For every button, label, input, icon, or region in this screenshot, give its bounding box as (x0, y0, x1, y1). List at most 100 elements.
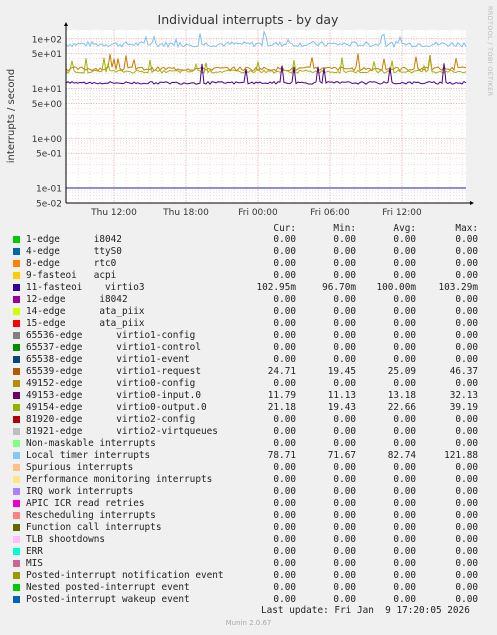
legend-value-min: 0.00 (333, 426, 356, 437)
legend-value-min: 0.00 (333, 258, 356, 269)
legend-label: APIC ICR read retries (26, 498, 145, 509)
legend-value-cur: 0.00 (273, 330, 296, 341)
legend-label: Posted-interrupt wakeup event (26, 594, 190, 605)
legend-label: MIS (26, 558, 43, 569)
legend-swatch (13, 476, 20, 483)
legend-swatch (13, 320, 20, 327)
legend-swatch (13, 440, 20, 447)
legend-value-cur: 78.71 (267, 450, 296, 461)
legend-value-min: 0.00 (333, 498, 356, 509)
legend-swatch (13, 584, 20, 591)
legend-swatch (13, 392, 20, 399)
legend-swatch (13, 236, 20, 243)
legend-value-max: 39.19 (449, 402, 478, 413)
legend-value-min: 0.00 (333, 306, 356, 317)
legend-value-min: 0.00 (333, 330, 356, 341)
legend-value-cur: 0.00 (273, 510, 296, 521)
legend-swatch (13, 284, 20, 291)
legend-value-min: 0.00 (333, 522, 356, 533)
legend-value-max: 121.88 (444, 450, 478, 461)
legend-label: 12-edge i8042 (26, 294, 128, 305)
legend-value-cur: 0.00 (273, 270, 296, 281)
legend-value-max: 0.00 (455, 294, 478, 305)
legend-value-avg: 22.66 (387, 402, 416, 413)
legend-value-max: 0.00 (455, 258, 478, 269)
legend-row: APIC ICR read retries 0.00 0.00 0.00 0.00 (0, 498, 497, 510)
legend-value-avg: 0.00 (393, 426, 416, 437)
legend-value-avg: 0.00 (393, 546, 416, 557)
legend-value-cur: 0.00 (273, 534, 296, 545)
legend-value-avg: 0.00 (393, 378, 416, 389)
legend-value-avg: 82.74 (387, 450, 416, 461)
legend-value-max: 46.37 (449, 366, 478, 377)
legend-value-avg: 0.00 (393, 486, 416, 497)
legend-label: Non-maskable interrupts (26, 438, 156, 449)
legend-label: 65537-edge virtio1-control (26, 342, 201, 353)
legend-row: 8-edge rtc0 0.00 0.00 0.00 0.00 (0, 258, 497, 270)
legend-label: 14-edge ata_piix (26, 306, 145, 317)
legend-row: 9-fasteoi acpi 0.00 0.00 0.00 0.00 (0, 270, 497, 282)
legend-row: 65537-edge virtio1-control 0.00 0.00 0.00 0.… (0, 342, 497, 354)
legend-value-cur: 0.00 (273, 294, 296, 305)
legend-value-cur: 0.00 (273, 438, 296, 449)
legend-value-min: 0.00 (333, 378, 356, 389)
legend-value-min: 0.00 (333, 486, 356, 497)
legend-value-max: 0.00 (455, 426, 478, 437)
legend-label: 8-edge rtc0 (26, 258, 117, 269)
chart: Individual interrupts - by day interrupt… (6, 12, 474, 218)
legend-value-max: 0.00 (455, 474, 478, 485)
legend-label: TLB shootdowns (26, 534, 106, 545)
legend-value-avg: 13.18 (387, 390, 416, 401)
legend-value-min: 0.00 (333, 294, 356, 305)
legend-label: Rescheduling interrupts (26, 510, 156, 521)
y-tick-label: 1e+02 (32, 35, 62, 45)
legend-value-avg: 0.00 (393, 498, 416, 509)
legend-value-avg: 0.00 (393, 270, 416, 281)
legend-swatch (13, 536, 20, 543)
legend-value-avg: 0.00 (393, 318, 416, 329)
legend-swatch (13, 428, 20, 435)
legend-value-max: 0.00 (455, 414, 478, 425)
legend-value-cur: 0.00 (273, 546, 296, 557)
chart-title: Individual interrupts - by day (158, 12, 340, 27)
legend-value-min: 0.00 (333, 570, 356, 581)
legend-value-min: 0.00 (333, 342, 356, 353)
legend-value-max: 0.00 (455, 234, 478, 245)
legend-value-max: 103.29m (438, 282, 478, 293)
legend-row: TLB shootdowns 0.00 0.00 0.00 0.00 (0, 534, 497, 546)
legend-swatch (13, 404, 20, 411)
y-tick-label: 5e-02 (36, 200, 62, 210)
legend-value-avg: 0.00 (393, 342, 416, 353)
legend-value-max: 0.00 (455, 354, 478, 365)
legend-value-avg: 0.00 (393, 234, 416, 245)
legend-swatch (13, 500, 20, 507)
legend-value-max: 0.00 (455, 582, 478, 593)
legend-value-min: 0.00 (333, 246, 356, 257)
legend-label: 9-fasteoi acpi (26, 270, 117, 281)
legend-value-cur: 0.00 (273, 582, 296, 593)
legend-value-avg: 0.00 (393, 354, 416, 365)
legend-row: 65538-edge virtio1-event 0.00 0.00 0.00 0.00 (0, 354, 497, 366)
legend-value-cur: 0.00 (273, 258, 296, 269)
legend-value-avg: 0.00 (393, 246, 416, 257)
legend-value-avg: 0.00 (393, 414, 416, 425)
legend-value-min: 0.00 (333, 582, 356, 593)
legend-value-cur: 0.00 (273, 486, 296, 497)
legend-label: 81921-edge virtio2-virtqueues (26, 426, 218, 437)
legend-row: 49152-edge virtio0-config 0.00 0.00 0.00 0.0… (0, 378, 497, 390)
legend-swatch (13, 488, 20, 495)
legend-value-cur: 0.00 (273, 462, 296, 473)
legend-row: Spurious interrupts 0.00 0.00 0.00 0.00 (0, 462, 497, 474)
legend-label: Function call interrupts (26, 522, 162, 533)
legend-value-avg: 0.00 (393, 534, 416, 545)
legend-value-avg: 0.00 (393, 306, 416, 317)
legend-swatch (13, 452, 20, 459)
legend-row: 65536-edge virtio1-config 0.00 0.00 0.00 0.0… (0, 330, 497, 342)
legend-value-min: 0.00 (333, 438, 356, 449)
legend-swatch (13, 272, 20, 279)
legend-value-cur: 0.00 (273, 378, 296, 389)
legend-value-avg: 0.00 (393, 330, 416, 341)
legend-value-max: 0.00 (455, 570, 478, 581)
legend-row: Local timer interrupts 78.71 71.67 82.74 121… (0, 450, 497, 462)
legend-value-min: 0.00 (333, 534, 356, 545)
